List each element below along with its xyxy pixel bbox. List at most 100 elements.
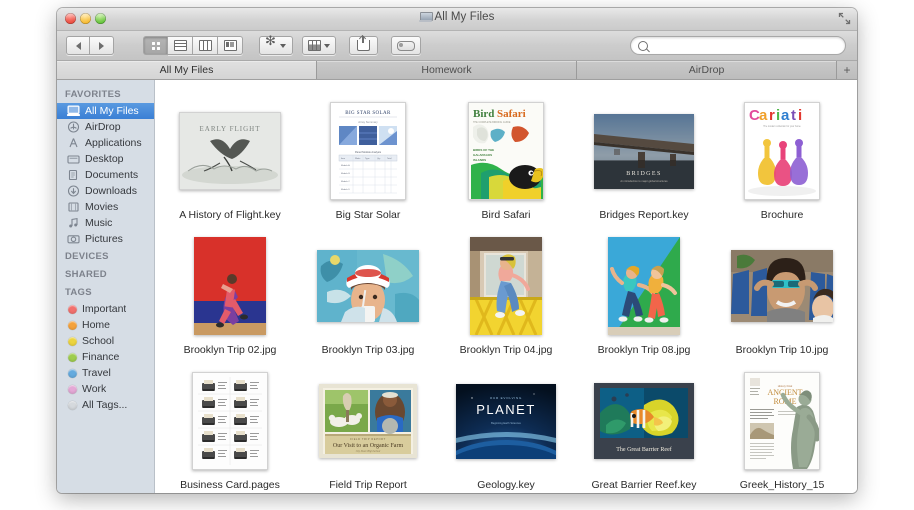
navigation-buttons (66, 36, 114, 55)
sidebar-item-label: Documents (85, 169, 138, 181)
sidebar-item-pictures[interactable]: Pictures (57, 231, 154, 247)
window-body: FAVORITES All My Files (57, 80, 857, 493)
sidebar-item-label: Movies (85, 201, 118, 213)
forward-arrow-icon (99, 42, 104, 50)
search-input[interactable] (652, 39, 836, 53)
window-title-text: All My Files (435, 11, 495, 23)
file-item[interactable]: Brooklyn Trip 08.jpg (575, 223, 713, 356)
sidebar-item-all-my-files[interactable]: All My Files (57, 103, 154, 119)
svg-text:PLANET: PLANET (476, 402, 536, 417)
sidebar-item-applications[interactable]: Applications (57, 135, 154, 151)
sidebar-item-movies[interactable]: Movies (57, 199, 154, 215)
file-item[interactable]: Brooklyn Trip 03.jpg (299, 223, 437, 356)
share-button[interactable] (349, 36, 378, 55)
file-item[interactable]: OUR EVOLVING PLANET Beginning Earth Scie… (437, 358, 575, 491)
file-item[interactable]: BRIDGES An introduction to major global … (575, 88, 713, 221)
forward-button[interactable] (90, 36, 114, 55)
file-label: Bird Safari (481, 209, 530, 221)
svg-text:i: i (798, 107, 802, 124)
tag-dot-icon (68, 337, 77, 346)
coverflow-view-button[interactable] (218, 36, 243, 55)
file-label: A History of Flight.key (179, 209, 281, 221)
sidebar-section-shared: SHARED (57, 265, 154, 283)
file-thumbnail (192, 367, 268, 475)
window-toolbar (57, 31, 857, 61)
grid-icon (152, 42, 160, 50)
svg-text:OUR EVOLVING: OUR EVOLVING (490, 396, 522, 400)
sidebar-item-music[interactable]: Music (57, 215, 154, 231)
sidebar-item-tag-school[interactable]: School (57, 333, 154, 349)
view-mode-buttons (143, 36, 243, 55)
tab-homework[interactable]: Homework (317, 61, 577, 79)
sidebar-item-label: AirDrop (85, 121, 121, 133)
file-item[interactable]: C a r i a t i The modern collection for … (713, 88, 851, 221)
pictures-icon (67, 233, 80, 245)
finder-window: All My Files (57, 8, 857, 493)
sidebar-item-tag-home[interactable]: Home (57, 317, 154, 333)
downloads-icon (67, 185, 80, 197)
sidebar-item-tag-important[interactable]: Important (57, 301, 154, 317)
sidebar-item-label: Finance (82, 351, 119, 363)
tab-all-my-files[interactable]: All My Files (57, 61, 317, 79)
sidebar-item-tag-finance[interactable]: Finance (57, 349, 154, 365)
chevron-down-icon (324, 44, 330, 48)
file-item[interactable]: The Great Barrier Reef Great Barrier Ree… (575, 358, 713, 491)
tag-dot-icon (68, 401, 77, 410)
icon-view-button[interactable] (143, 36, 168, 55)
list-view-button[interactable] (168, 36, 193, 55)
chevron-down-icon (280, 44, 286, 48)
column-view-button[interactable] (193, 36, 218, 55)
file-item[interactable]: FIELD TRIP REPORT Our Visit to an Organi… (299, 358, 437, 491)
sidebar-item-all-tags[interactable]: All Tags... (57, 397, 154, 413)
file-label: Brooklyn Trip 10.jpg (736, 344, 829, 356)
sidebar-item-desktop[interactable]: Desktop (57, 151, 154, 167)
sidebar-section-favorites: FAVORITES (57, 85, 154, 103)
applications-icon (67, 137, 80, 149)
sidebar-item-airdrop[interactable]: AirDrop (57, 119, 154, 135)
documents-icon (67, 169, 80, 181)
sidebar-item-downloads[interactable]: Downloads (57, 183, 154, 199)
sidebar-item-tag-work[interactable]: Work (57, 381, 154, 397)
file-item[interactable]: Bird Safari THE COMPLETE BIRDING GUIDE B… (437, 88, 575, 221)
file-thumbnail (317, 232, 419, 340)
file-label: Geology.key (477, 479, 535, 491)
tags-button[interactable] (391, 36, 421, 55)
svg-text:GALAPAGOS: GALAPAGOS (473, 153, 492, 157)
file-item[interactable]: Brooklyn Trip 04.jpg (437, 223, 575, 356)
file-item[interactable]: History Final ANCIENT ROME (713, 358, 851, 491)
share-icon (357, 40, 370, 51)
file-item[interactable]: BIG STAR SOLAR Array Summary Pan (299, 88, 437, 221)
svg-text:a: a (781, 107, 790, 124)
file-item[interactable]: Brooklyn Trip 02.jpg (161, 223, 299, 356)
svg-text:Array Summary: Array Summary (358, 120, 378, 124)
sidebar-item-label: Important (82, 303, 126, 315)
file-item[interactable]: Business Card.pages (161, 358, 299, 491)
file-thumbnail (194, 232, 266, 340)
file-thumbnail: BIG STAR SOLAR Array Summary Pan (330, 97, 406, 205)
file-item[interactable]: Brooklyn Trip 10.jpg (713, 223, 851, 356)
sidebar-section-devices: DEVICES (57, 247, 154, 265)
back-button[interactable] (66, 36, 90, 55)
svg-text:An introduction to major globa: An introduction to major global structur… (620, 179, 668, 183)
new-tab-button[interactable]: + (837, 61, 857, 79)
file-label: Bridges Report.key (599, 209, 688, 221)
search-field[interactable] (630, 36, 846, 55)
plus-icon: + (843, 63, 850, 77)
sidebar-item-label: Applications (85, 137, 142, 149)
tab-label: AirDrop (689, 64, 725, 76)
fullscreen-arrows-icon[interactable] (838, 12, 851, 25)
arrange-menu-button[interactable] (302, 36, 336, 55)
action-menu-button[interactable] (259, 36, 293, 55)
file-item[interactable]: EARLY FLIGHT A History of Flight.key (161, 88, 299, 221)
tab-label: All My Files (160, 64, 214, 76)
file-label: Greek_History_15 (740, 479, 825, 491)
tag-dot-icon (68, 321, 77, 330)
tab-airdrop[interactable]: AirDrop (577, 61, 837, 79)
sidebar-item-tag-travel[interactable]: Travel (57, 365, 154, 381)
sidebar-item-documents[interactable]: Documents (57, 167, 154, 183)
window-title: All My Files (57, 11, 857, 23)
svg-text:EARLY FLIGHT: EARLY FLIGHT (199, 125, 260, 133)
svg-text:Safari: Safari (497, 108, 526, 120)
svg-text:Panel Module Analysis: Panel Module Analysis (355, 150, 382, 154)
sidebar-item-label: All My Files (85, 105, 139, 117)
